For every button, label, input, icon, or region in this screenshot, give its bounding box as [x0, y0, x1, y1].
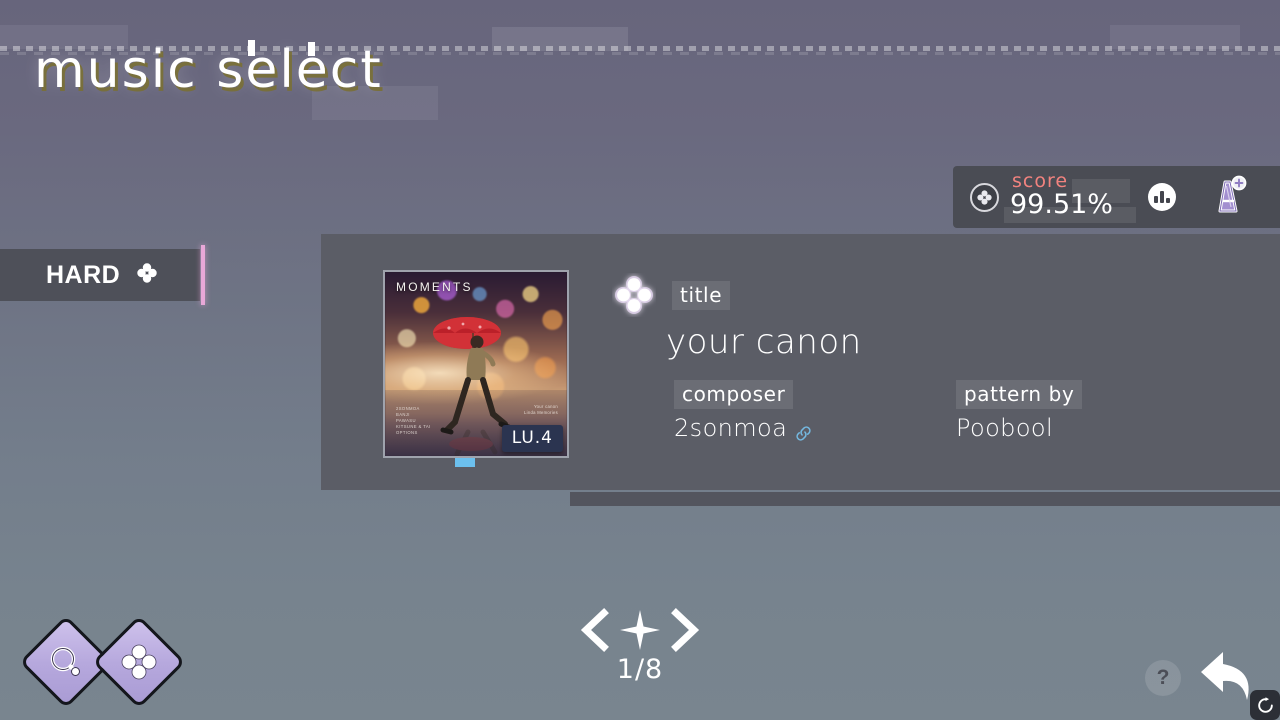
clover-icon — [970, 182, 999, 212]
bar-chart-icon[interactable] — [1148, 183, 1176, 211]
pager: 1/8 — [560, 604, 720, 700]
album-art-credits-right: Your canon Linda Memories — [524, 404, 558, 415]
composer-value: 2sonmoa — [674, 414, 788, 442]
pattern-by-label: pattern by — [956, 380, 1083, 409]
title-field-label: title — [672, 280, 731, 310]
card-under-bar — [570, 492, 1280, 506]
song-title: your canon — [666, 322, 862, 362]
song-meta-grid: composer pattern by 2sonmoa Poobool — [664, 380, 1264, 442]
difficulty-accent-bar — [201, 245, 205, 305]
pattern-by-value: Poobool — [956, 414, 1054, 442]
chevron-left-icon[interactable] — [578, 608, 612, 652]
clover-icon — [612, 273, 656, 317]
page-title: music select — [34, 40, 383, 100]
song-info: title your canon composer pattern by 2so… — [612, 272, 1252, 442]
clover-button[interactable] — [92, 615, 186, 709]
clover-icon — [136, 262, 158, 289]
composer-value-cell[interactable]: 2sonmoa — [664, 414, 946, 442]
album-art-title: MOMENTS — [396, 280, 473, 294]
album-page-indicator[interactable] — [455, 458, 475, 467]
album-level-badge: LU.4 — [501, 425, 563, 452]
composer-label: composer — [674, 380, 794, 409]
difficulty-label: HARD — [46, 260, 121, 289]
title-row: title — [612, 272, 1252, 318]
difficulty-tab-hard[interactable]: HARD — [0, 249, 200, 301]
score-value: 99.51% — [1010, 189, 1113, 220]
rank-a-plus-icon — [1203, 174, 1249, 220]
chevron-right-icon[interactable] — [668, 608, 702, 652]
score-readout: score 99.51% — [1004, 170, 1136, 223]
composer-label-cell: composer — [664, 380, 946, 409]
refresh-icon — [1257, 696, 1273, 713]
star-icon — [618, 608, 662, 652]
pattern-label-cell: pattern by — [946, 380, 1264, 409]
pager-controls — [578, 604, 702, 656]
clover-icon — [121, 644, 157, 680]
pager-count: 1/8 — [616, 654, 664, 685]
pattern-by-value-cell: Poobool — [946, 414, 1264, 442]
search-icon — [50, 646, 80, 676]
score-panel[interactable]: score 99.51% — [953, 166, 1280, 228]
refresh-button[interactable] — [1250, 690, 1280, 720]
link-icon[interactable] — [795, 420, 812, 441]
help-button[interactable]: ? — [1145, 660, 1181, 696]
album-art[interactable]: MOMENTS 2SONMOA BANJI PAWASU KITSUNE & T… — [383, 270, 569, 458]
album-art-credits-left: 2SONMOA BANJI PAWASU KITSUNE & TAI OPTIO… — [396, 406, 431, 435]
